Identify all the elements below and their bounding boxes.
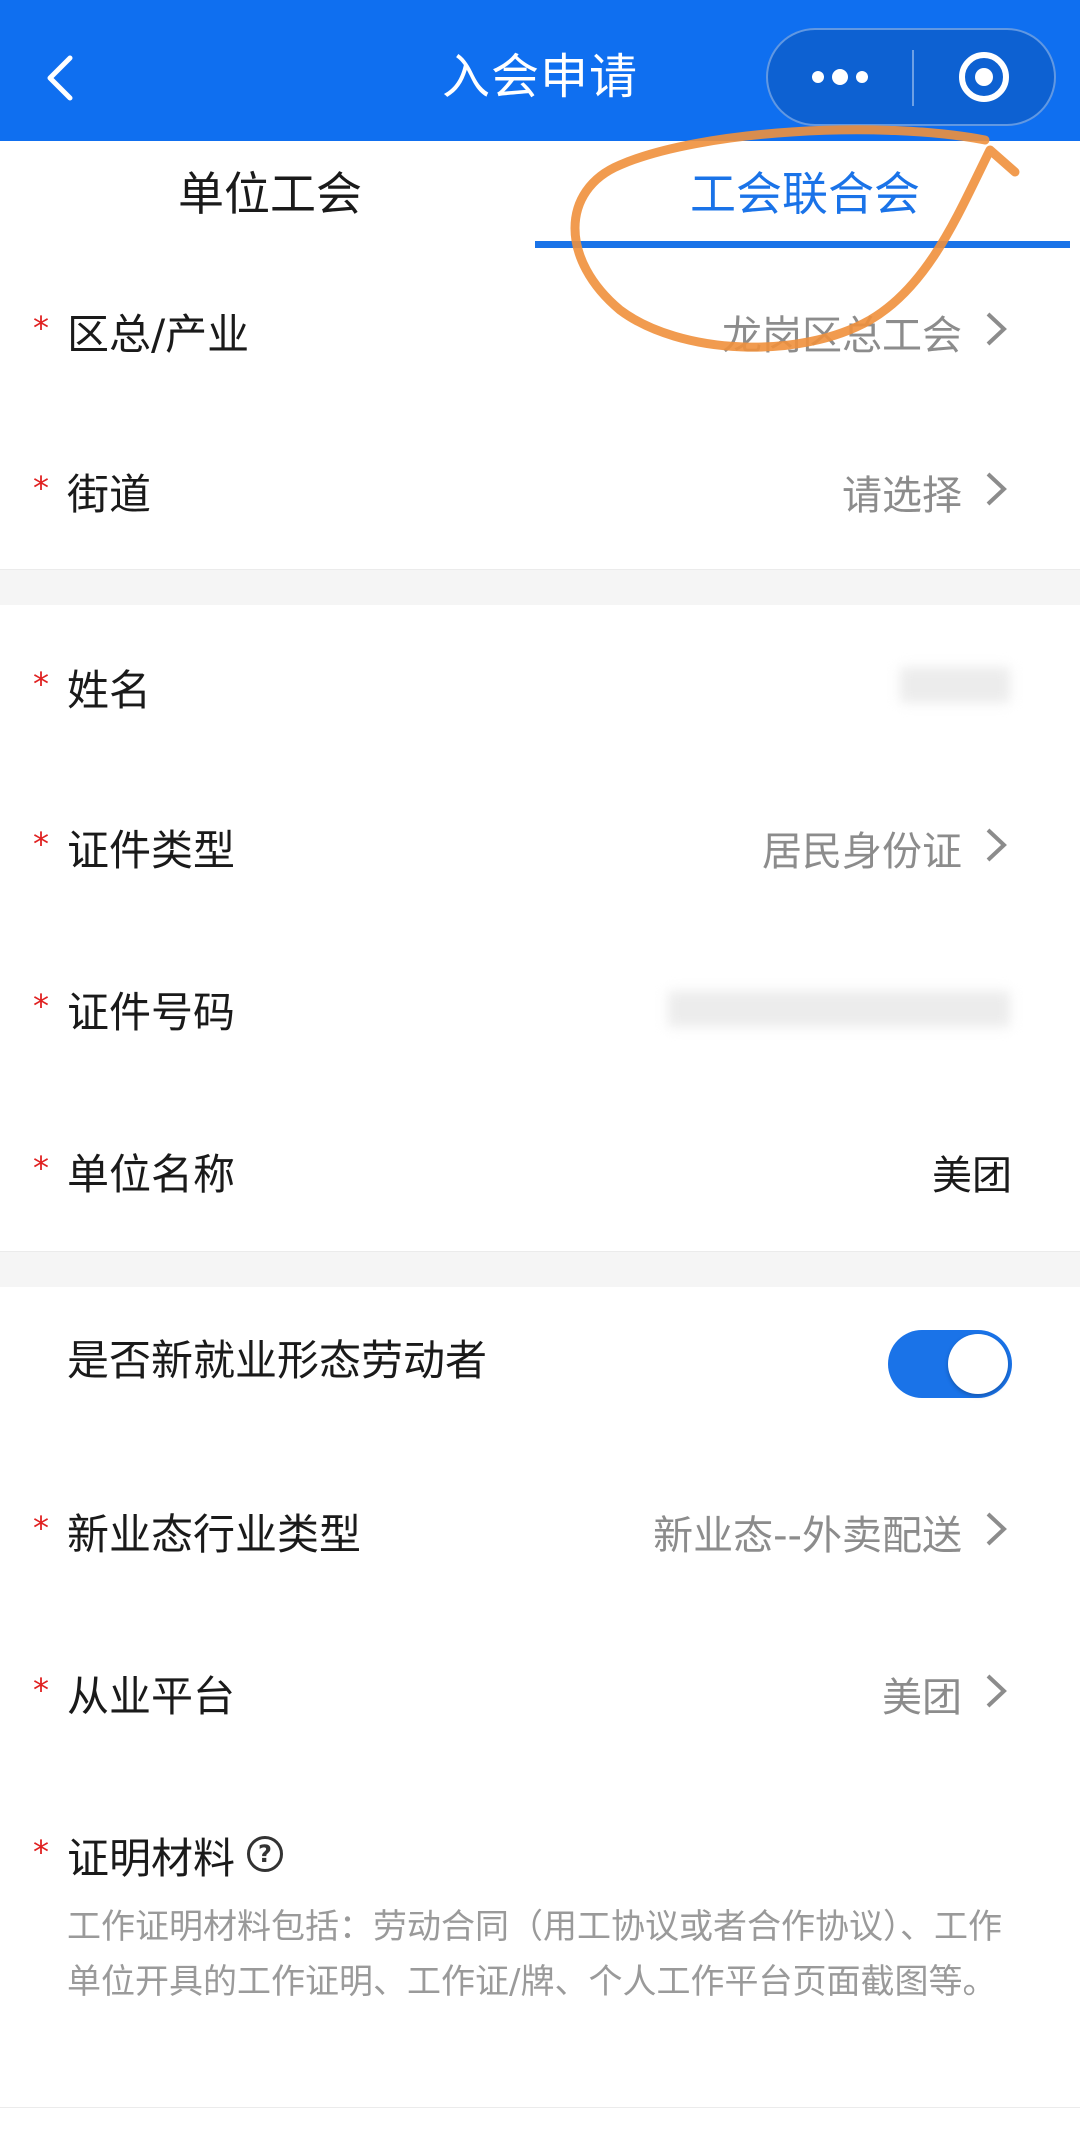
id-type-row[interactable]: * 证件类型 居民身份证 xyxy=(0,765,1080,928)
industry-type-label: 新业态行业类型 xyxy=(67,1510,362,1559)
street-label: 街道 xyxy=(67,470,152,519)
name-row[interactable]: * 姓名 xyxy=(0,605,1080,766)
required-mark: * xyxy=(33,309,49,347)
more-dots-icon xyxy=(812,69,868,85)
toggle-knob xyxy=(948,1334,1008,1394)
district-label: 区总/产业 xyxy=(67,310,250,359)
street-row[interactable]: * 街道 请选择 xyxy=(0,409,1080,570)
more-button[interactable] xyxy=(768,30,912,124)
tab-union-federation[interactable]: 工会联合会 xyxy=(535,141,1075,249)
union-type-tabs: 单位工会 工会联合会 xyxy=(0,141,1080,250)
required-mark: * xyxy=(33,1833,49,1871)
section-gap xyxy=(0,570,1080,605)
chevron-right-icon xyxy=(986,828,1007,862)
chevron-right-icon xyxy=(986,1512,1007,1546)
help-circle-icon[interactable]: ? xyxy=(247,1836,283,1872)
id-type-value: 居民身份证 xyxy=(762,829,962,875)
required-mark: * xyxy=(33,1149,49,1187)
platform-row[interactable]: * 从业平台 美团 xyxy=(0,1611,1080,1774)
district-value: 龙岗区总工会 xyxy=(722,313,962,359)
district-row[interactable]: * 区总/产业 龙岗区总工会 xyxy=(0,249,1080,410)
name-label: 姓名 xyxy=(67,666,152,715)
id-number-label: 证件号码 xyxy=(67,988,236,1037)
company-value: 美团 xyxy=(932,1153,1012,1199)
mini-program-capsule xyxy=(766,28,1056,126)
new-employment-toggle[interactable] xyxy=(888,1330,1012,1398)
section-gap xyxy=(0,1252,1080,1287)
proof-label: 证明材料 xyxy=(67,1834,236,1883)
close-mini-program-button[interactable] xyxy=(914,30,1054,124)
required-mark: * xyxy=(33,1509,49,1547)
chevron-right-icon xyxy=(986,472,1007,506)
company-row[interactable]: * 单位名称 美团 xyxy=(0,1089,1080,1252)
close-target-icon xyxy=(959,52,1009,102)
industry-type-row[interactable]: * 新业态行业类型 新业态--外卖配送 xyxy=(0,1449,1080,1612)
required-mark: * xyxy=(33,987,49,1025)
chevron-right-icon xyxy=(986,1674,1007,1708)
platform-value: 美团 xyxy=(882,1675,962,1721)
platform-label: 从业平台 xyxy=(67,1672,236,1721)
tab-unit-union[interactable]: 单位工会 xyxy=(0,141,540,249)
required-mark: * xyxy=(33,469,49,507)
company-label: 单位名称 xyxy=(67,1150,236,1199)
redacted-name xyxy=(900,667,1010,703)
active-tab-indicator xyxy=(535,241,1070,248)
required-mark: * xyxy=(33,1671,49,1709)
street-value: 请选择 xyxy=(842,473,962,519)
id-type-label: 证件类型 xyxy=(67,826,236,875)
required-mark: * xyxy=(33,665,49,703)
nav-bar: 入会申请 xyxy=(0,0,1080,141)
industry-type-value: 新业态--外卖配送 xyxy=(653,1513,962,1559)
chevron-right-icon xyxy=(986,312,1007,346)
required-mark: * xyxy=(33,825,49,863)
new-employment-label: 是否新就业形态劳动者 xyxy=(67,1336,488,1385)
redacted-id-number xyxy=(668,991,1010,1027)
proof-description: 工作证明材料包括：劳动合同（用工协议或者合作协议）、工作单位开具的工作证明、工作… xyxy=(67,1907,1002,2002)
id-number-row[interactable]: * 证件号码 xyxy=(0,927,1080,1090)
